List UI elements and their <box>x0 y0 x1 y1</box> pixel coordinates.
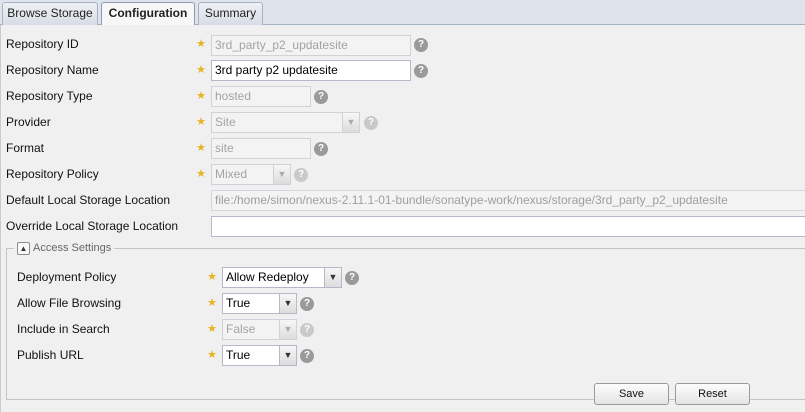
repository-policy-value: Mixed <box>215 167 248 181</box>
access-settings-legend: ▲ Access Settings <box>14 241 115 256</box>
include-in-search-value: False <box>226 322 256 336</box>
chevron-down-icon: ▼ <box>342 113 359 132</box>
publish-url-value: True <box>226 348 251 362</box>
override-local-storage-label: Override Local Storage Location <box>6 219 179 233</box>
collapse-icon[interactable]: ▲ <box>17 242 30 255</box>
help-icon[interactable]: ? <box>300 323 314 337</box>
repository-type-field: hosted <box>211 86 311 107</box>
configuration-panel: Repository ID ★ 3rd_party_p2_updatesite … <box>0 25 805 412</box>
help-icon[interactable]: ? <box>294 168 308 182</box>
allow-file-browsing-value: True <box>226 296 251 310</box>
star-icon: ★ <box>207 323 217 335</box>
include-in-search-select: False ▼ <box>222 319 297 340</box>
deployment-policy-select[interactable]: Allow Redeploy ▼ <box>222 267 342 288</box>
star-icon: ★ <box>207 271 217 283</box>
reset-button[interactable]: Reset <box>675 383 750 405</box>
tab-summary[interactable]: Summary <box>198 2 263 25</box>
repository-name-label: Repository Name <box>6 63 99 77</box>
star-icon: ★ <box>196 64 206 76</box>
deployment-policy-value: Allow Redeploy <box>226 270 309 284</box>
publish-url-select[interactable]: True ▼ <box>222 345 297 366</box>
help-icon[interactable]: ? <box>414 64 428 78</box>
tab-browse-storage[interactable]: Browse Storage <box>2 2 98 25</box>
repository-policy-label: Repository Policy <box>6 167 99 181</box>
repository-type-label: Repository Type <box>6 89 93 103</box>
repository-name-field[interactable]: 3rd party p2 updatesite <box>211 60 411 81</box>
chevron-down-icon[interactable]: ▼ <box>279 294 296 313</box>
help-icon[interactable]: ? <box>314 90 328 104</box>
help-icon[interactable]: ? <box>300 297 314 311</box>
star-icon: ★ <box>196 38 206 50</box>
save-button[interactable]: Save <box>594 383 669 405</box>
star-icon: ★ <box>196 90 206 102</box>
deployment-policy-label: Deployment Policy <box>17 270 117 284</box>
star-icon: ★ <box>196 116 206 128</box>
chevron-down-icon[interactable]: ▼ <box>324 268 341 287</box>
format-field: site <box>211 138 311 159</box>
access-settings-fieldset <box>6 248 805 400</box>
help-icon[interactable]: ? <box>345 271 359 285</box>
repository-policy-select: Mixed ▼ <box>211 164 291 185</box>
chevron-down-icon: ▼ <box>273 165 290 184</box>
tab-bar: Browse Storage Configuration Summary <box>0 0 805 26</box>
allow-file-browsing-select[interactable]: True ▼ <box>222 293 297 314</box>
access-settings-title: Access Settings <box>33 242 112 254</box>
publish-url-label: Publish URL <box>17 348 84 362</box>
star-icon: ★ <box>207 297 217 309</box>
format-label: Format <box>6 141 45 155</box>
default-local-storage-label: Default Local Storage Location <box>6 193 171 207</box>
provider-label: Provider <box>6 115 51 129</box>
repository-id-field: 3rd_party_p2_updatesite <box>211 35 411 56</box>
override-local-storage-field[interactable] <box>211 216 805 237</box>
star-icon: ★ <box>196 142 206 154</box>
help-icon[interactable]: ? <box>314 142 328 156</box>
repository-id-label: Repository ID <box>6 37 79 51</box>
help-icon[interactable]: ? <box>364 116 378 130</box>
chevron-down-icon[interactable]: ▼ <box>279 346 296 365</box>
help-icon[interactable]: ? <box>300 349 314 363</box>
star-icon: ★ <box>207 349 217 361</box>
chevron-down-icon: ▼ <box>279 320 296 339</box>
star-icon: ★ <box>196 168 206 180</box>
allow-file-browsing-label: Allow File Browsing <box>17 296 122 310</box>
default-local-storage-field: file:/home/simon/nexus-2.11.1-01-bundle/… <box>211 190 805 211</box>
provider-select: Site ▼ <box>211 112 360 133</box>
provider-value: Site <box>215 115 236 129</box>
help-icon[interactable]: ? <box>414 38 428 52</box>
include-in-search-label: Include in Search <box>17 322 110 336</box>
tab-configuration[interactable]: Configuration <box>101 2 195 26</box>
